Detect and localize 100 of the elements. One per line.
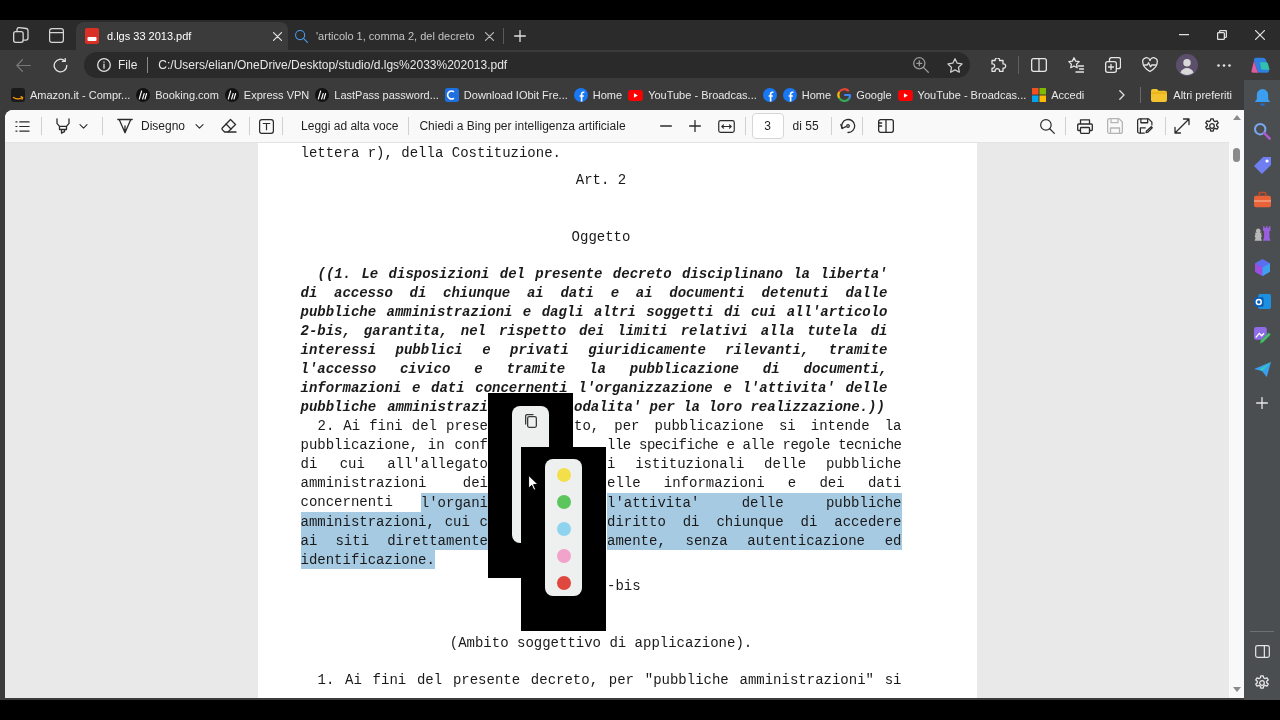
- paragraph-text: odalita' per la loro realizzazione.)): [574, 399, 885, 415]
- star-icon[interactable]: [947, 57, 963, 73]
- search-icon: [295, 29, 308, 43]
- fit-width-icon[interactable]: [717, 119, 735, 133]
- scrollbar-thumb[interactable]: [1233, 148, 1240, 162]
- star-list-icon[interactable]: [1067, 57, 1084, 73]
- bookmark-item[interactable]: Download IObit Fre...: [443, 83, 569, 107]
- paragraph-text: amministrazioni dei: [300, 475, 488, 491]
- bookmark-item[interactable]: YouTube - Broadcas...: [627, 83, 758, 107]
- tag-icon[interactable]: [1253, 156, 1271, 174]
- more-icon[interactable]: [1216, 63, 1231, 67]
- text-frame-icon[interactable]: [259, 118, 275, 134]
- rotate-icon[interactable]: [839, 118, 856, 134]
- paper-plane-icon[interactable]: [1253, 360, 1271, 378]
- restore-icon[interactable]: [1217, 30, 1227, 40]
- browser-tab[interactable]: d.lgs 33 2013.pdf: [76, 22, 288, 50]
- zoom-in-plus-icon[interactable]: [688, 120, 701, 132]
- paragraph-text: 2. Ai fini del prese: [317, 418, 488, 434]
- selected-text: l'attivita' delle pubbliche: [607, 492, 902, 512]
- selected-text: identificazione.: [300, 549, 435, 569]
- crescent-tile-icon: [444, 88, 459, 102]
- floppy-pen-icon[interactable]: [1137, 118, 1153, 134]
- paragraph-text: pubblicazione, in conf: [300, 437, 488, 453]
- close-icon[interactable]: [485, 31, 494, 41]
- f-circle-icon[interactable]: [762, 88, 777, 102]
- bookmark-item[interactable]: YouTube - Broadcas...: [896, 83, 1028, 107]
- other-favorites-button[interactable]: Altri preferiti: [1149, 83, 1234, 107]
- bell-icon[interactable]: [1253, 88, 1271, 106]
- article-heading: Art. 2: [575, 172, 627, 188]
- bookmark-item[interactable]: Home: [781, 83, 833, 107]
- refresh-icon[interactable]: [52, 57, 68, 73]
- search-icon[interactable]: [1040, 118, 1055, 134]
- mail-tile-icon[interactable]: [1253, 292, 1271, 310]
- bookmark-item[interactable]: Amazon.it - Compr...: [10, 83, 132, 107]
- paragraph-text: interessi pubblici e privati giuridicamente rilevanti, tramite: [300, 342, 888, 358]
- bookmark-item[interactable]: Home: [572, 83, 624, 107]
- info-icon: [97, 58, 111, 72]
- page-view-icon[interactable]: [877, 119, 894, 133]
- page-count: di 55: [792, 118, 819, 135]
- bookmark-item[interactable]: Google: [836, 83, 893, 107]
- collections-icon[interactable]: [1104, 57, 1121, 73]
- diagonal-arrows-icon[interactable]: [1174, 118, 1190, 134]
- settings-icon[interactable]: [1204, 118, 1220, 134]
- color-swatch-icon[interactable]: [556, 576, 571, 590]
- tab-actions-icon[interactable]: [48, 27, 64, 43]
- browser-tab[interactable]: 'articolo 1, comma 2, del decreto: [288, 22, 500, 50]
- puzzle-icon[interactable]: [991, 58, 1007, 72]
- chess-pieces-icon[interactable]: [1253, 224, 1271, 242]
- ask-ai-button[interactable]: Chiedi a Bing per intelligenza artificiale: [411, 112, 634, 140]
- heart-pulse-icon[interactable]: [1141, 57, 1158, 73]
- minimize-icon[interactable]: [1179, 34, 1189, 36]
- ring-logo-icon: [837, 88, 852, 102]
- paragraph-text: di cui all'allegato: [300, 456, 488, 472]
- bookmark-item[interactable]: LastPass password...: [314, 83, 440, 107]
- bookmark-item[interactable]: Express VPN: [223, 83, 311, 107]
- scroll-down-icon[interactable]: [1232, 687, 1241, 692]
- settings-icon[interactable]: [1254, 675, 1270, 691]
- printer-icon[interactable]: [1077, 118, 1093, 134]
- copy-icon[interactable]: [524, 414, 537, 428]
- site-info-button[interactable]: File: [97, 56, 138, 74]
- ribbon-logo-icon[interactable]: [1251, 56, 1270, 74]
- plus-icon[interactable]: [1256, 397, 1268, 409]
- f-circle-icon: [573, 88, 588, 102]
- side-panel-icon[interactable]: [1254, 644, 1270, 658]
- chevron-down-icon[interactable]: [79, 123, 88, 129]
- read-aloud-button[interactable]: Leggi ad alta voce: [293, 112, 407, 140]
- paragraph-text: di accesso di chiunque ai dati e ai documenti detenuti dalle: [300, 285, 888, 301]
- paragraph-text: i istituzionali delle pubbliche: [607, 456, 902, 472]
- zoom-in-icon[interactable]: [913, 57, 929, 73]
- eraser-icon[interactable]: [221, 118, 238, 134]
- picture-pencil-icon[interactable]: [1253, 326, 1271, 344]
- zoom-out-minus-icon[interactable]: [659, 125, 672, 127]
- paragraph-text: concernenti: [300, 494, 393, 510]
- scroll-up-icon[interactable]: [1232, 115, 1241, 120]
- briefcase-icon[interactable]: [1253, 190, 1271, 208]
- color-swatch-icon[interactable]: [556, 495, 571, 509]
- color-swatch-icon[interactable]: [556, 468, 571, 482]
- bookmark-item[interactable]: Accedi: [1031, 83, 1086, 107]
- address-bar[interactable]: File C:/Users/elian/OneDrive/Desktop/studio/d.lgs%2033%202013.pdf: [84, 52, 970, 78]
- color-swatch-icon[interactable]: [556, 522, 571, 536]
- paragraph-text: lle specifiche e alle regole tecniche: [607, 437, 902, 453]
- paragraph-text: lettera r), della Costituzione.: [300, 145, 561, 161]
- highlighter-icon[interactable]: [56, 118, 70, 134]
- draw-button[interactable]: Disegno: [114, 112, 208, 140]
- workspaces-icon[interactable]: [13, 27, 29, 43]
- page-number-field[interactable]: 3: [751, 113, 784, 139]
- bookmark-item[interactable]: Booking.com: [135, 83, 220, 107]
- cube-icon[interactable]: [1253, 258, 1271, 276]
- f-circle-icon: [782, 88, 797, 102]
- paragraph-text: pubbliche amministrazi: [300, 399, 488, 415]
- new-tab-plus-icon[interactable]: [514, 30, 526, 42]
- avatar-icon[interactable]: [1175, 54, 1198, 76]
- paragraph-text: to, per pubblicazione si intende la: [574, 418, 902, 434]
- folder-icon: [1151, 88, 1168, 102]
- list-icon[interactable]: [14, 120, 30, 132]
- close-icon[interactable]: [1255, 30, 1265, 40]
- split-view-icon[interactable]: [1030, 58, 1047, 72]
- selected-text: l'organi: [420, 492, 488, 512]
- color-swatch-icon[interactable]: [556, 549, 571, 563]
- chevron-right-icon[interactable]: [1119, 90, 1126, 100]
